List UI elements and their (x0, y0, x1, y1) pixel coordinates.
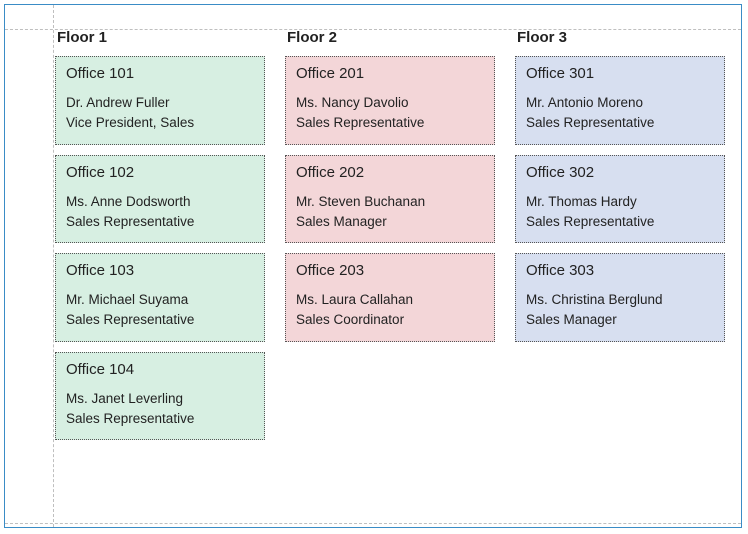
person-title: Sales Manager (526, 310, 714, 330)
floor-header: Floor 3 (515, 29, 725, 56)
floor-header: Floor 1 (55, 29, 265, 56)
person-title: Sales Representative (526, 113, 714, 133)
design-frame: Floor 1 Office 101 Dr. Andrew FullerVice P… (4, 4, 742, 528)
person-title: Sales Coordinator (296, 310, 484, 330)
office-card[interactable]: Office 104 Ms. Janet LeverlingSales Repre… (55, 352, 265, 441)
floor-column: Floor 1 Office 101 Dr. Andrew FullerVice P… (55, 29, 265, 513)
person-title: Vice President, Sales (66, 113, 254, 133)
person-name: Ms. Janet Leverling (66, 389, 254, 409)
office-card[interactable]: Office 101 Dr. Andrew FullerVice Presiden… (55, 56, 265, 145)
office-name: Office 302 (526, 164, 714, 182)
person-title: Sales Representative (296, 113, 484, 133)
office-card[interactable]: Office 103 Mr. Michael SuyamaSales Repres… (55, 253, 265, 342)
office-name: Office 103 (66, 262, 254, 280)
person-title: Sales Representative (526, 212, 714, 232)
person-name: Mr. Thomas Hardy (526, 192, 714, 212)
office-card[interactable]: Office 202 Mr. Steven BuchananSales Manag… (285, 155, 495, 244)
person-name: Ms. Nancy Davolio (296, 93, 484, 113)
person-title: Sales Manager (296, 212, 484, 232)
office-card[interactable]: Office 301 Mr. Antonio MorenoSales Repres… (515, 56, 725, 145)
office-card[interactable]: Office 303 Ms. Christina BerglundSales Ma… (515, 253, 725, 342)
person-name: Ms. Christina Berglund (526, 290, 714, 310)
person-title: Sales Representative (66, 409, 254, 429)
office-name: Office 202 (296, 164, 484, 182)
office-name: Office 201 (296, 65, 484, 83)
office-name: Office 303 (526, 262, 714, 280)
office-name: Office 102 (66, 164, 254, 182)
office-card[interactable]: Office 102 Ms. Anne DodsworthSales Repres… (55, 155, 265, 244)
guide-horizontal-bottom (5, 523, 741, 524)
floor-column: Floor 2Office 201Ms. Nancy DavolioSales … (285, 29, 495, 513)
person-title: Sales Representative (66, 212, 254, 232)
person-name: Mr. Antonio Moreno (526, 93, 714, 113)
person-title: Sales Representative (66, 310, 254, 330)
office-name: Office 301 (526, 65, 714, 83)
office-card[interactable]: Office 203 Ms. Laura CallahanSales Coordi… (285, 253, 495, 342)
person-name: Mr. Steven Buchanan (296, 192, 484, 212)
person-name: Ms. Laura Callahan (296, 290, 484, 310)
guide-vertical-left (53, 5, 54, 527)
person-name: Mr. Michael Suyama (66, 290, 254, 310)
person-name: Dr. Andrew Fuller (66, 93, 254, 113)
office-name: Office 101 (66, 65, 254, 83)
office-card[interactable]: Office 302 Mr. Thomas HardySales Represen… (515, 155, 725, 244)
floors-container: Floor 1 Office 101 Dr. Andrew FullerVice P… (55, 29, 717, 513)
floor-column: Floor 3Office 301Mr. Antonio MorenoSales… (515, 29, 725, 513)
office-name: Office 203 (296, 262, 484, 280)
person-name: Ms. Anne Dodsworth (66, 192, 254, 212)
office-card[interactable]: Office 201 Ms. Nancy DavolioSales Represe… (285, 56, 495, 145)
floor-header: Floor 2 (285, 29, 495, 56)
office-name: Office 104 (66, 361, 254, 379)
